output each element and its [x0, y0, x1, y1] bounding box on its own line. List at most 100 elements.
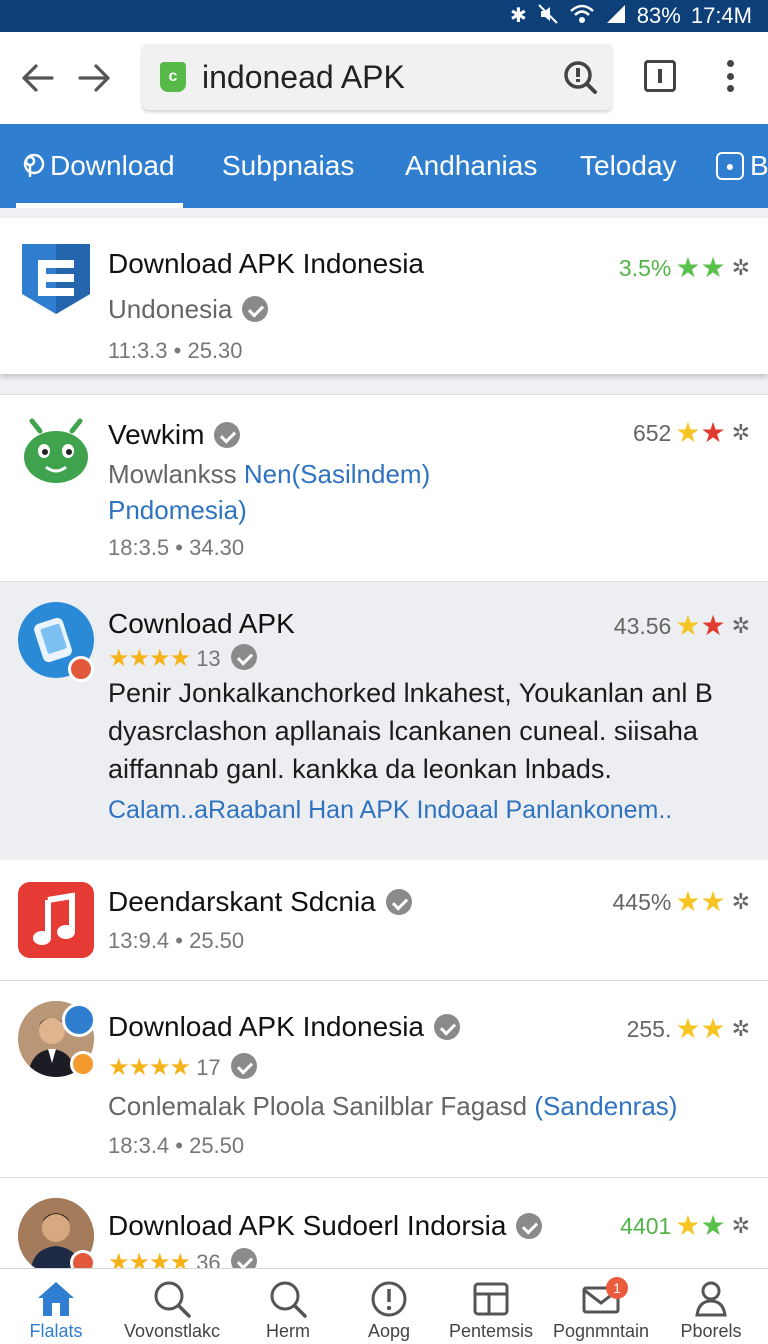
app-list: Download APK Indonesia Undonesia 11:3.3 … — [0, 208, 768, 1268]
verified-icon — [516, 1212, 543, 1239]
url-field[interactable]: c indonead APK — [142, 44, 612, 110]
nav-herm[interactable]: Herm — [233, 1269, 343, 1344]
home-icon — [38, 1282, 74, 1316]
app-meta: 13:9.4 • 25.50 — [108, 928, 245, 953]
app-description: Penir Jonkalkanchorked lnkahest, Youkanl… — [108, 678, 713, 784]
app-rating: 255. ★ ★ ✲ — [626, 1013, 750, 1044]
app-more-link[interactable]: Calam..aRaabanl Han APK Indoaal Panlanko… — [108, 796, 672, 825]
nav-label: Vovonstlakc — [123, 1321, 221, 1341]
tabs-button[interactable] — [644, 60, 676, 92]
forward-button[interactable] — [66, 49, 124, 107]
nav-pognmntain[interactable]: 1 Pognmntain — [546, 1269, 656, 1344]
back-arrow-icon — [22, 64, 54, 92]
nav-pborels[interactable]: Pborels — [656, 1269, 766, 1344]
app-subtitle: Conlemalak Ploola Sanilblar Fagasd (Sand… — [108, 1091, 678, 1121]
status-bar: ✱ 83% 17:4M — [0, 0, 768, 32]
app-meta: 11:3.3 • 25.30 — [108, 338, 243, 363]
nav-pentemsis[interactable]: Pentemsis — [436, 1269, 546, 1344]
alert-icon — [371, 1281, 407, 1317]
star-icon: ★ — [675, 1013, 701, 1044]
star-icon: ★ — [675, 886, 701, 917]
overflow-menu-button[interactable] — [718, 56, 742, 96]
verified-icon — [230, 1052, 257, 1079]
update-badge-icon — [68, 656, 94, 682]
app-shield-logo-icon — [22, 244, 90, 314]
app-meta: 18:3.4 • 25.50 — [108, 1133, 245, 1158]
app-title: Vewkim — [108, 419, 241, 451]
search-icon — [154, 1281, 191, 1318]
tab-subpnaias[interactable]: Subpnaias — [222, 124, 354, 208]
star-icon: ★ — [675, 610, 701, 641]
list-item[interactable]: Download APK Indonesia ★★★★ 17 Conlemala… — [0, 981, 768, 1177]
clock: 17:4M — [690, 3, 752, 28]
tab-label: Andhanias — [405, 150, 538, 181]
app-rating: 445% ★ ★ ✲ — [612, 886, 750, 917]
app-rating: 4401 ★ ★ ✲ — [620, 1210, 750, 1241]
app-title: Cownload APK — [108, 608, 295, 639]
nav-label: Aopg — [367, 1321, 411, 1341]
star-icon: ★ — [700, 1013, 726, 1044]
star-icon: ★ — [675, 1210, 701, 1241]
tab-download[interactable]: Download — [16, 124, 183, 208]
list-item[interactable]: Download APK Indonesia Undonesia 11:3.3 … — [0, 218, 768, 374]
update-badge-icon — [70, 1250, 96, 1268]
star-outline-icon: ✲ — [731, 889, 750, 914]
list-item[interactable]: Deendarskant Sdcnia 13:9.4 • 25.50 445% … — [0, 860, 768, 980]
verified-icon — [214, 421, 241, 448]
tab-b[interactable]: ● B — [716, 124, 768, 208]
list-item[interactable]: Vewkim Mowlankss Nen(Sasilndem) Pndomesi… — [0, 394, 768, 582]
share-badge-icon — [62, 1003, 96, 1037]
tab-teloday[interactable]: Teloday — [580, 124, 677, 208]
app-title: Download APK Indonesia — [108, 1011, 460, 1043]
app-star-row: ★★★★ 13 — [108, 643, 257, 673]
app-title: Download APK Indonesia — [108, 248, 424, 279]
verified-icon — [230, 1247, 257, 1268]
star-rating-icon: ★★★★ — [108, 645, 191, 672]
nav-home[interactable]: Flalats — [1, 1269, 111, 1344]
star-outline-icon: ✲ — [731, 1016, 750, 1041]
star-icon: ★ — [675, 252, 701, 283]
star-rating-icon: ★★★★ — [108, 1249, 191, 1268]
app-star-row: ★★★★ 36 — [108, 1247, 257, 1268]
nav-label: Herm — [266, 1321, 310, 1341]
site-favicon-icon: c — [160, 62, 186, 92]
tabs-icon — [658, 69, 662, 83]
list-item[interactable]: Cownload APK ★★★★ 13 Penir Jonkalkanchor… — [0, 584, 768, 856]
app-meta: 18:3.5 • 34.30 — [108, 535, 245, 560]
app-subtitle-link[interactable]: Pndomesia) — [108, 495, 247, 526]
tab-label: Teloday — [580, 150, 677, 181]
star-icon: ★ — [700, 1210, 726, 1241]
tab-andhanias[interactable]: Andhanias — [405, 124, 537, 208]
signal-icon — [605, 3, 627, 29]
verified-icon — [230, 643, 257, 670]
grid-icon — [473, 1282, 509, 1316]
star-icon: ★ — [700, 252, 726, 283]
star-icon: ★ — [675, 417, 701, 448]
nav-aopg[interactable]: Aopg — [334, 1269, 444, 1344]
profile-icon — [695, 1281, 727, 1317]
star-outline-icon: ✲ — [731, 255, 750, 280]
browser-toolbar: c indonead APK — [0, 32, 768, 124]
lens-search-icon[interactable] — [562, 59, 598, 95]
tab-label: Subpnaias — [222, 150, 355, 181]
back-button[interactable] — [8, 49, 66, 107]
battery-level: 83% — [636, 3, 681, 28]
app-rating: 3.5% ★ ★ ✲ — [618, 252, 750, 283]
app-rating: 652 ★ ★ ✲ — [632, 417, 750, 448]
verified-icon — [242, 296, 269, 323]
url-text: indonead APK — [202, 58, 405, 95]
tab-label: Download — [50, 150, 175, 181]
nav-vovonstlakc[interactable]: Vovonstlakc — [117, 1269, 227, 1344]
android-robot-icon — [24, 418, 88, 483]
star-outline-icon: ✲ — [731, 420, 750, 445]
star-icon: ★ — [700, 417, 726, 448]
list-item[interactable]: Download APK Sudoerl Indorsia ★★★★ 36 44… — [0, 1178, 768, 1268]
star-outline-icon: ✲ — [731, 613, 750, 638]
verified-icon — [385, 888, 412, 915]
nav-label: Pborels — [680, 1321, 742, 1341]
app-star-row: ★★★★ 17 — [108, 1052, 257, 1082]
app-rating: 43.56 ★ ★ ✲ — [613, 610, 750, 641]
music-note-icon — [18, 882, 94, 958]
forward-arrow-icon — [78, 64, 110, 92]
verified-icon — [434, 1013, 460, 1040]
